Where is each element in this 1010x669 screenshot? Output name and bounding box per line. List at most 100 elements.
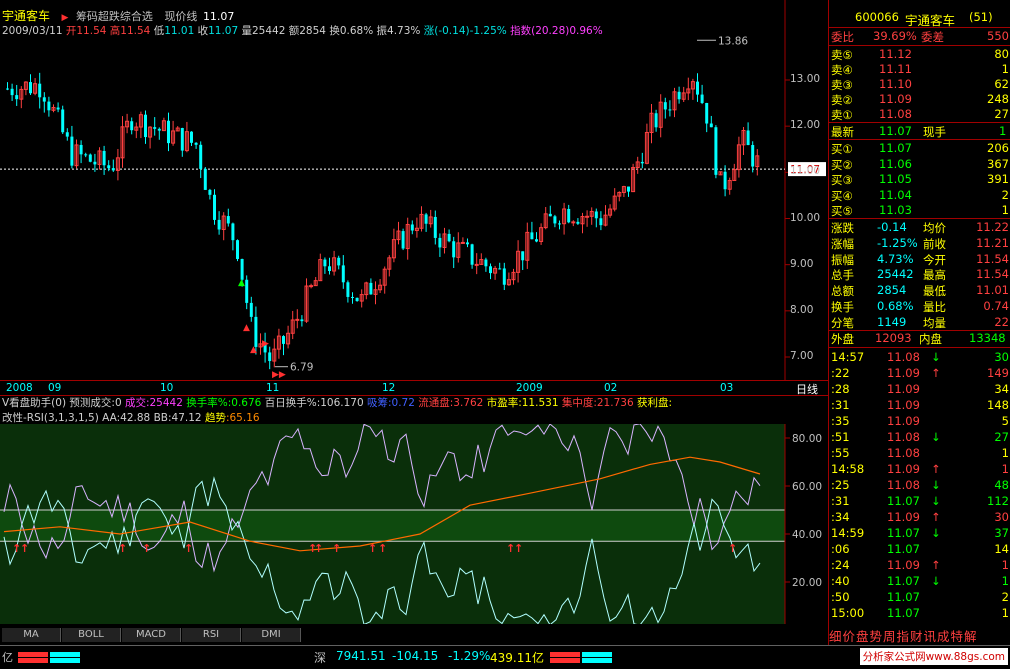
- date-tick: 2008: [6, 382, 33, 394]
- tab-ma[interactable]: MA: [2, 628, 61, 642]
- bid-price: 11.07: [879, 141, 912, 155]
- rsi-svg[interactable]: 80.0060.0040.0020.00↑↑ ↑ ↑ ↑ ↑↑ ↑ ↑ ↑ ↑↑ ↑: [0, 424, 828, 624]
- ind-profit-label: 获利盘: [636, 397, 669, 409]
- tab-boll[interactable]: BOLL: [62, 628, 121, 642]
- price-tick-label: 9.00: [790, 257, 814, 270]
- candle-body: [627, 186, 630, 192]
- status-bar: 亿 深 7941.51 -104.15 -1.29% 439.11亿 分析家公式…: [0, 645, 1010, 669]
- tick-direction-icon: ↑: [931, 558, 941, 572]
- tick-volume: 1: [1001, 574, 1009, 588]
- bid-row[interactable]: 买① 11.07 206: [829, 141, 1010, 157]
- candle-body: [157, 128, 161, 131]
- tick-volume: 1: [1001, 558, 1009, 572]
- panel-header: 600066 宇通客车 (51): [829, 10, 1010, 28]
- stat-value: 0.74: [983, 299, 1009, 313]
- ask-row[interactable]: 卖④ 11.11 1: [829, 62, 1010, 78]
- panel-outer-inner: 外盘 12093 内盘 13348: [829, 331, 1010, 347]
- bid-row[interactable]: 买④ 11.04 2: [829, 188, 1010, 204]
- amp-label: 振: [376, 25, 388, 37]
- ask-price: 11.08: [879, 107, 912, 121]
- candle-body: [502, 268, 506, 285]
- candle-body: [240, 258, 244, 280]
- candle-body: [709, 123, 713, 128]
- ask-row[interactable]: 卖③ 11.10 62: [829, 77, 1010, 93]
- formula-arrow-icon: ▶: [61, 13, 69, 23]
- candle-body: [249, 302, 253, 317]
- candle-body: [231, 223, 235, 241]
- candlestick-svg[interactable]: 11.0713.866.79▲▲▲▶▶▶: [0, 0, 828, 380]
- tick-direction-icon: ↓: [931, 478, 941, 492]
- date-tick: 11: [266, 382, 280, 394]
- date-axis: 2008 09 10 11 12 2009 02 03 日线: [0, 380, 828, 396]
- candle-body: [282, 336, 285, 344]
- period-label[interactable]: 日线: [796, 381, 818, 397]
- stat-row: 涨跌 -0.14 均价 11.22: [829, 220, 1010, 236]
- low-value: 11.01: [164, 25, 195, 37]
- tick-price: 11.08: [887, 430, 920, 444]
- tab-macd[interactable]: MACD: [122, 628, 181, 642]
- panel-bottom-tabs[interactable]: 细价盘势周指财讯成特解: [829, 626, 1010, 644]
- candle-body: [700, 94, 704, 103]
- candle-body: [351, 296, 354, 298]
- site-banner[interactable]: 分析家公式网www.88gs.com: [859, 648, 1008, 665]
- date-tick: 10: [160, 382, 174, 394]
- ind-title[interactable]: V看盘助手(0): [2, 397, 66, 409]
- candle-body: [498, 268, 502, 270]
- stock-name[interactable]: 宇通客车: [2, 9, 50, 23]
- high-annotation: 13.86: [718, 35, 748, 47]
- ask-row[interactable]: 卖② 11.09 248: [829, 92, 1010, 108]
- rsi-signal-icon: ↑: [20, 542, 29, 555]
- candlestick-chart[interactable]: 11.07 13.86 6.79 ▲ ▲ ▲ ▶ ▶▶: [0, 0, 828, 380]
- candle-body: [130, 121, 134, 131]
- rsi-signal-icon: ↑: [142, 542, 151, 555]
- tick-row: :50 11.07 2: [829, 590, 1010, 606]
- stat-label: 涨跌: [831, 221, 854, 235]
- formula-name[interactable]: 筹码超跌综合选: [76, 10, 153, 23]
- rsi-signal-icon: ↑: [184, 542, 193, 555]
- candle-body: [88, 154, 92, 162]
- ask-volume: 62: [994, 77, 1009, 91]
- stat-label: 总手: [831, 268, 854, 283]
- quote-date: 2009/03/11: [2, 25, 63, 37]
- tab-rsi[interactable]: RSI: [182, 628, 241, 642]
- tick-time: 14:59: [831, 526, 865, 540]
- ask-row[interactable]: 卖① 11.08 27: [829, 107, 1010, 123]
- candle-body: [530, 232, 534, 240]
- ind-conc-value: :21.736: [593, 397, 634, 409]
- candle-body: [696, 81, 699, 95]
- candle-body: [654, 113, 658, 128]
- price-tick-label: 11.00: [790, 165, 821, 178]
- status-left-label: 亿: [2, 651, 13, 664]
- stat-label: 量比: [923, 300, 946, 314]
- price-tick-label: 13.00: [790, 73, 821, 85]
- tick-volume: 14: [994, 542, 1009, 556]
- ask-row[interactable]: 卖⑤ 11.12 80: [829, 47, 1010, 63]
- status-market: 深: [314, 651, 327, 665]
- candle-body: [70, 136, 74, 166]
- stat-value: -0.14: [877, 220, 907, 234]
- bid-volume: 391: [987, 172, 1009, 186]
- tick-row: :51 11.08 ↓ 27: [829, 430, 1010, 446]
- tick-row: 15:00 11.07 1: [829, 606, 1010, 622]
- bid-row[interactable]: 买⑤ 11.03 1: [829, 203, 1010, 219]
- bid-row[interactable]: 买② 11.06 367: [829, 157, 1010, 173]
- tick-price: 11.07: [887, 574, 920, 588]
- rsi-trend-label: 趋势: [204, 412, 226, 424]
- stat-label: 换手: [831, 300, 854, 314]
- stat-row: 振幅 4.73% 今开 11.54: [829, 252, 1010, 268]
- bid-price: 11.06: [879, 156, 912, 171]
- stat-value: 11.54: [976, 251, 1009, 266]
- candle-body: [746, 130, 750, 146]
- tick-price: 11.07: [887, 526, 920, 540]
- quote-line: 2009/03/11 开11.54 高11.54 低11.01 收11.07 量…: [2, 23, 603, 37]
- tick-time: :28: [831, 382, 850, 396]
- tab-dmi[interactable]: DMI: [242, 628, 301, 642]
- candle-body: [484, 259, 488, 267]
- bid-row[interactable]: 买③ 11.05 391: [829, 172, 1010, 188]
- candle-body: [424, 214, 428, 224]
- bid-volume: 1: [1001, 203, 1009, 217]
- tick-time: 15:00: [831, 606, 865, 620]
- rsi-name[interactable]: 改性-RSI(3,1,3,1,5): [2, 412, 99, 424]
- rsi-chart[interactable]: 80.00 60.00 40.00 20.00 ↑ ↑ ↑ ↑ ↑ ↑ ↑ ↑ ↑ ↑ ↑ ↑ ↑: [0, 424, 828, 624]
- stat-value: 11.21: [976, 235, 1009, 250]
